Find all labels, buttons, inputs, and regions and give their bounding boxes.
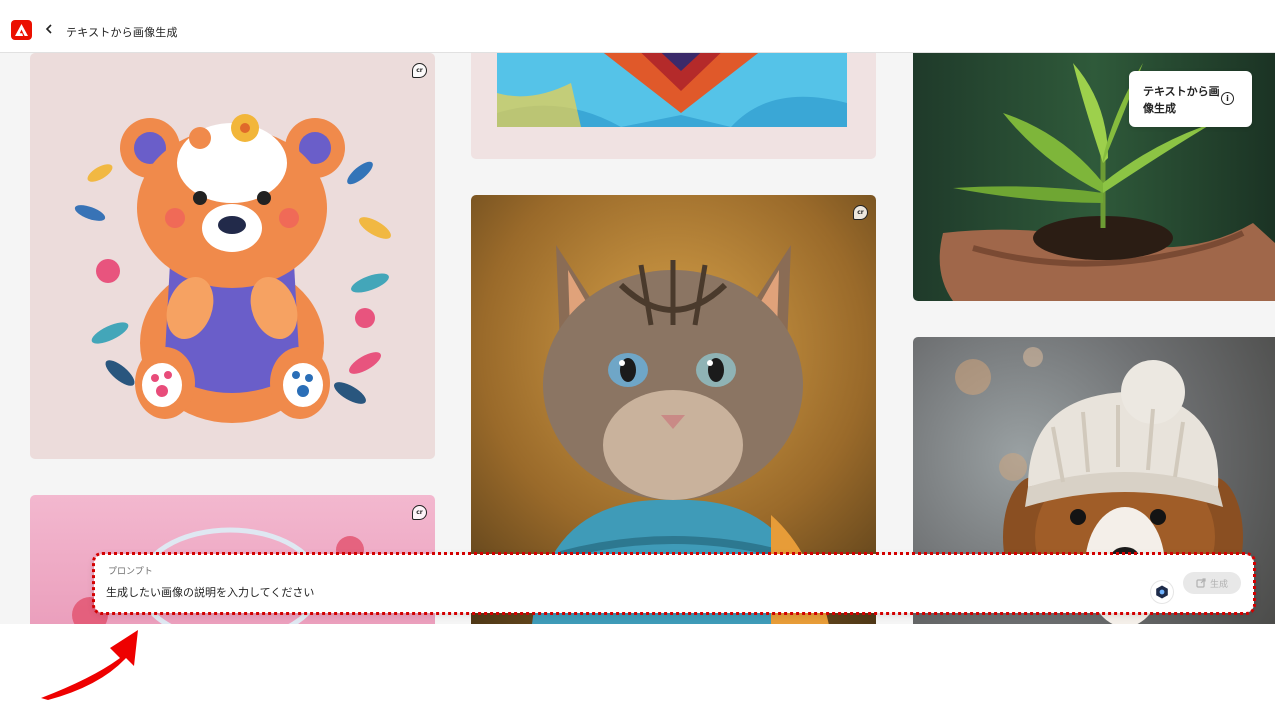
app-header: テキストから画像生成: [0, 0, 1275, 53]
hexagon-style-icon: [1156, 585, 1168, 599]
content-credentials-icon[interactable]: cr: [853, 205, 868, 220]
feature-tooltip: テキストから画像生成 i: [1129, 71, 1252, 127]
prompt-label: プロンプト: [108, 567, 153, 577]
tooltip-text: テキストから画像生成: [1143, 85, 1220, 115]
image-gallery: cr cr cr テキストから画像生成 i: [0, 53, 1275, 624]
page-title: テキストから画像生成: [66, 26, 178, 39]
teddy-bear-illustration: [74, 114, 391, 423]
generate-icon: [1196, 578, 1206, 588]
prompt-input[interactable]: [106, 582, 1136, 602]
info-icon[interactable]: i: [1221, 92, 1234, 105]
chevron-left-icon[interactable]: [42, 19, 56, 39]
generate-button[interactable]: 生成: [1183, 572, 1241, 594]
content-credentials-icon[interactable]: cr: [412, 63, 427, 78]
generate-label: 生成: [1209, 579, 1228, 590]
adobe-logo-icon[interactable]: [11, 20, 32, 40]
abstract-paint-image: [497, 53, 847, 127]
lower-blank-area: [0, 624, 1275, 710]
content-credentials-icon[interactable]: cr: [412, 505, 427, 520]
gallery-card-teddy-bear[interactable]: cr: [30, 53, 435, 459]
gallery-card-abstract-paint[interactable]: [471, 53, 876, 159]
prompt-bar: プロンプト 生成: [94, 554, 1254, 613]
red-arrow-icon: [41, 630, 138, 700]
style-reference-button[interactable]: [1151, 581, 1173, 603]
